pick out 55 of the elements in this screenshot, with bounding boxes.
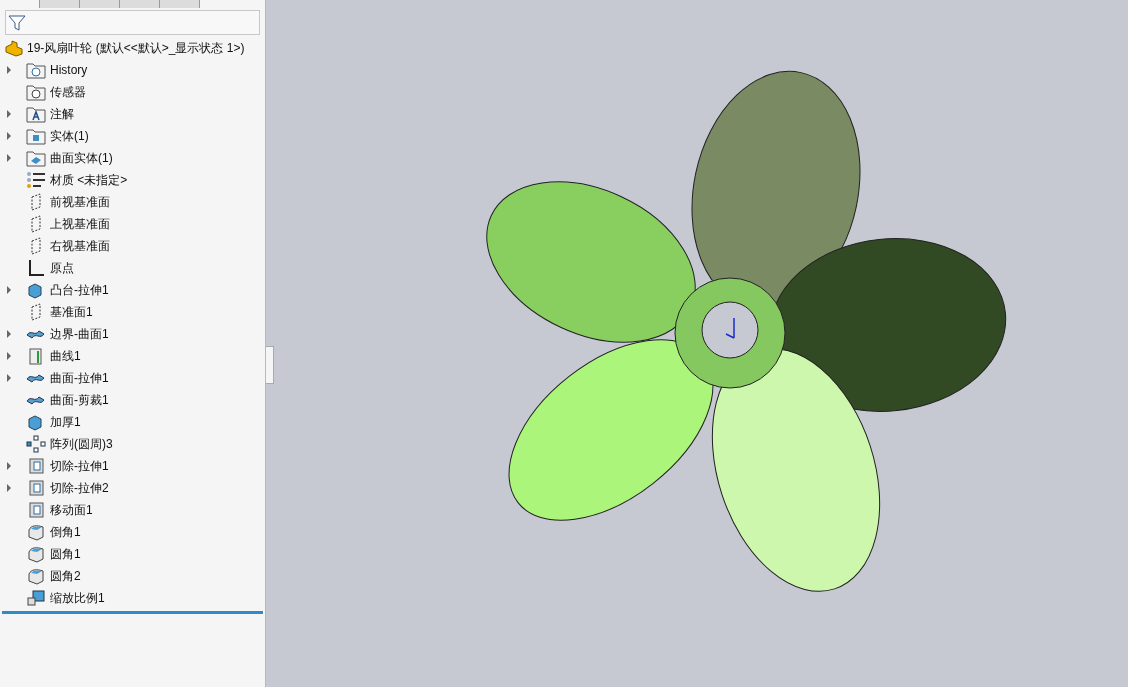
tree-item[interactable]: 凸台-拉伸1 <box>50 281 109 299</box>
tree-item[interactable]: 注解 <box>50 105 74 123</box>
tree-item[interactable]: 实体(1) <box>50 127 89 145</box>
panel-collapse-handle[interactable] <box>266 346 274 384</box>
tree-item[interactable]: 基准面1 <box>50 303 93 321</box>
part-icon <box>5 39 23 57</box>
tree-item[interactable]: 倒角1 <box>50 523 81 541</box>
part-name[interactable]: 19-风扇叶轮 (默认<<默认>_显示状态 1>) <box>27 39 245 57</box>
expand-arrow-icon[interactable] <box>6 352 12 360</box>
cut-icon <box>26 501 46 519</box>
fillet-icon <box>26 545 46 563</box>
folder-icon <box>26 149 46 167</box>
expand-arrow-icon[interactable] <box>6 286 12 294</box>
folder-icon <box>26 127 46 145</box>
cut-icon <box>26 457 46 475</box>
expand-arrow-icon[interactable] <box>6 462 12 470</box>
tree-item[interactable]: 阵列(圆周)3 <box>50 435 113 453</box>
filter-field[interactable] <box>5 10 260 35</box>
filter-icon <box>8 13 26 32</box>
tree-item[interactable]: 缩放比例1 <box>50 589 105 607</box>
scale-icon <box>26 589 46 607</box>
tree-item[interactable]: 上视基准面 <box>50 215 110 233</box>
fillet-icon <box>26 523 46 541</box>
tree-item[interactable]: 前视基准面 <box>50 193 110 211</box>
tree-item[interactable]: 曲面-拉伸1 <box>50 369 109 387</box>
folder-icon <box>26 105 46 123</box>
tree-item[interactable]: 切除-拉伸2 <box>50 479 109 497</box>
tree-item[interactable]: 曲面实体(1) <box>50 149 113 167</box>
tree-item[interactable]: 原点 <box>50 259 74 277</box>
tree-item[interactable]: 材质 <未指定> <box>50 171 128 189</box>
expand-arrow-icon[interactable] <box>6 484 12 492</box>
cut-icon <box>26 479 46 497</box>
pattern-icon <box>26 435 46 453</box>
tree-item[interactable]: 边界-曲面1 <box>50 325 109 343</box>
tree-item[interactable]: 右视基准面 <box>50 237 110 255</box>
expand-arrow-icon[interactable] <box>6 330 12 338</box>
expand-arrow-icon[interactable] <box>6 374 12 382</box>
expand-arrow-icon[interactable] <box>6 132 12 140</box>
tree-item[interactable]: 曲线1 <box>50 347 81 365</box>
fillet-icon <box>26 567 46 585</box>
tree-item[interactable]: 圆角1 <box>50 545 81 563</box>
folder-icon <box>26 83 46 101</box>
tree-item[interactable]: History <box>50 61 88 79</box>
tree-item[interactable]: 圆角2 <box>50 567 81 585</box>
folder-icon <box>26 61 46 79</box>
expand-arrow-icon[interactable] <box>6 154 12 162</box>
tree-item[interactable]: 曲面-剪裁1 <box>50 391 109 409</box>
tree-item[interactable]: 传感器 <box>50 83 86 101</box>
tree-item[interactable]: 加厚1 <box>50 413 81 431</box>
expand-arrow-icon[interactable] <box>6 66 12 74</box>
material-icon <box>26 171 46 189</box>
expand-arrow-icon[interactable] <box>6 110 12 118</box>
tree-item[interactable]: 移动面1 <box>50 501 93 519</box>
tree-item[interactable]: 切除-拉伸1 <box>50 457 109 475</box>
origin-icon <box>26 259 46 277</box>
